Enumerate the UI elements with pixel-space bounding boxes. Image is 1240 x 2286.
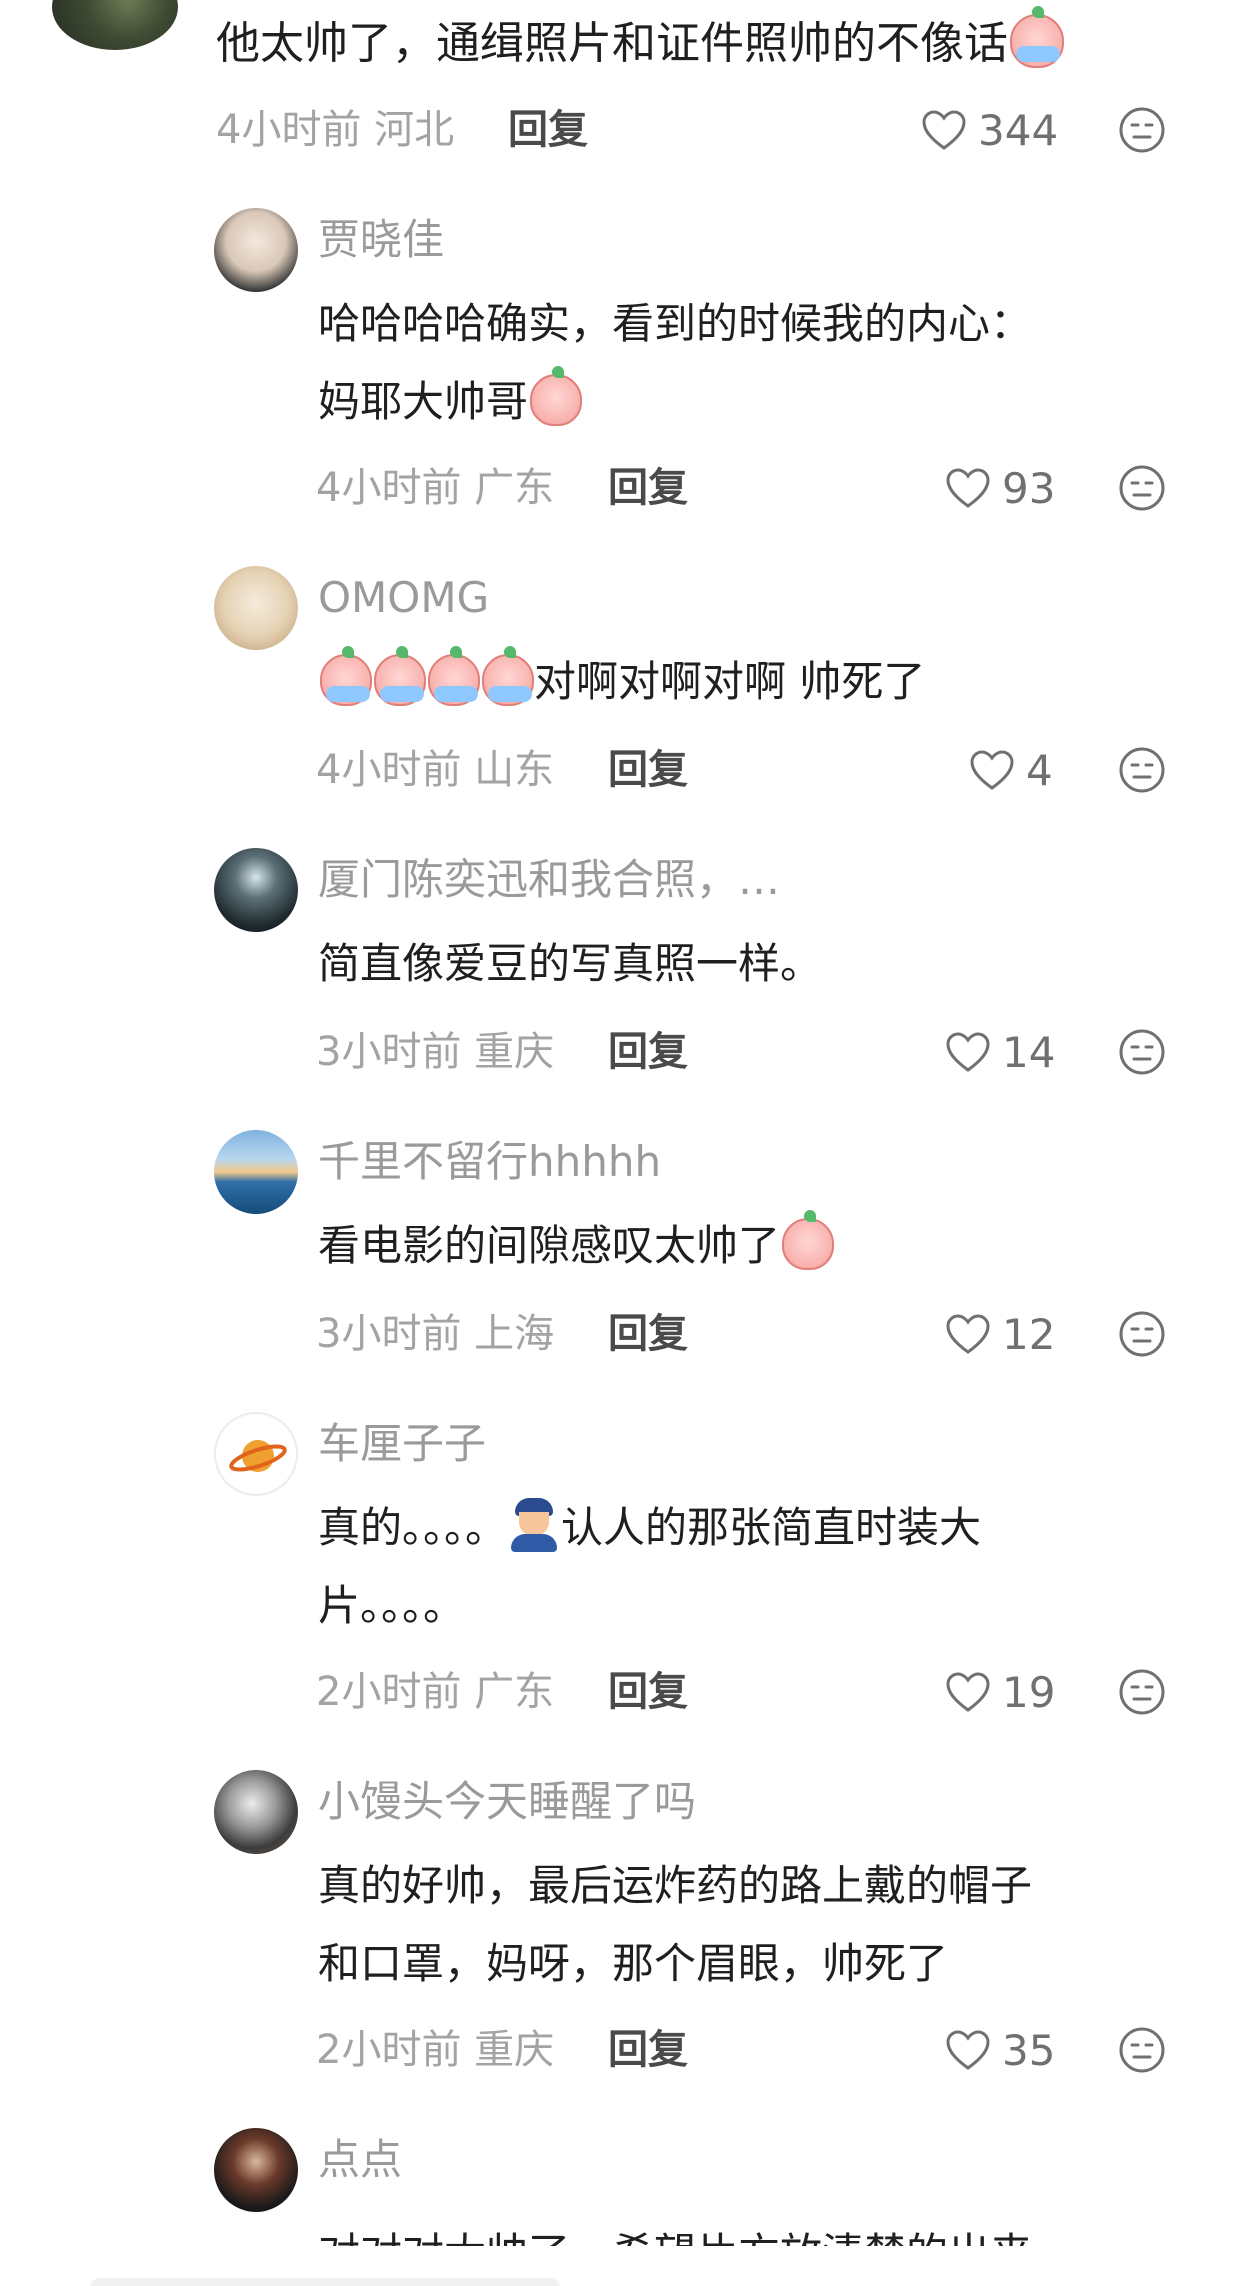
avatar[interactable]	[214, 208, 298, 292]
comment-text: 哈哈哈哈确实，看到的时候我的内心：	[318, 299, 1033, 348]
like-button[interactable]: 14	[944, 1026, 1055, 1078]
planet-icon	[229, 1440, 287, 1472]
heart-outline-icon	[946, 468, 990, 508]
comment-time-location: 4小时前 广东	[316, 465, 555, 511]
comment-time-location: 3小时前 重庆	[316, 1029, 555, 1075]
emoji-react-icon[interactable]	[1118, 1668, 1166, 1716]
crying-emoji-icon	[482, 646, 534, 706]
commenter-name[interactable]: 千里不留行hhhhh	[318, 1136, 661, 1188]
avatar[interactable]	[214, 1130, 298, 1214]
comment-text: 简直像爱豆的写真照一样。	[318, 939, 823, 988]
heart-outline-icon	[970, 750, 1014, 790]
reply-button[interactable]: 回复	[608, 1666, 688, 1718]
like-count: 14	[1002, 1027, 1056, 1077]
comment-time-location: 2小时前 重庆	[316, 2027, 555, 2073]
comment-time-location: 3小时前 上海	[316, 1311, 555, 1357]
comment-text: 和口罩，妈呀，那个眉眼，帅死了	[318, 1939, 949, 1988]
comment-list: 他太帅了，通缉照片和证件照帅的不像话 4小时前 河北 回复 344 贾晓佳 哈哈…	[0, 0, 1240, 2286]
like-count: 19	[1002, 1667, 1056, 1717]
emoji-react-icon[interactable]	[1118, 106, 1166, 154]
commenter-name[interactable]: 贾晓佳	[318, 214, 444, 266]
like-button[interactable]: 344	[920, 104, 1058, 156]
heart-outline-icon	[946, 1032, 990, 1072]
like-count: 344	[978, 105, 1059, 155]
comment-time-location: 2小时前 广东	[316, 1669, 555, 1715]
like-button[interactable]: 4	[968, 744, 1053, 796]
heart-outline-icon	[946, 1314, 990, 1354]
like-count: 35	[1002, 2025, 1056, 2075]
comment-text: 他太帅了，通缉照片和证件照帅的不像话	[216, 6, 1064, 72]
like-button[interactable]: 35	[944, 2024, 1055, 2076]
comment-time-location: 4小时前 河北	[216, 107, 455, 153]
comment-text: 对对对太帅了，希望片方放清楚的出来	[318, 2206, 1178, 2246]
like-button[interactable]: 19	[944, 1666, 1055, 1718]
reply-button[interactable]: 回复	[608, 1026, 688, 1078]
like-button[interactable]: 12	[944, 1308, 1055, 1360]
emoji-react-icon[interactable]	[1118, 464, 1166, 512]
emoji-react-icon[interactable]	[1118, 746, 1166, 794]
avatar[interactable]	[214, 848, 298, 932]
commenter-name[interactable]: 点点	[318, 2134, 402, 2186]
reply-button[interactable]: 回复	[608, 2024, 688, 2076]
reply-button[interactable]: 回复	[508, 104, 588, 156]
like-count: 4	[1026, 745, 1053, 795]
avatar[interactable]	[52, 0, 178, 50]
police-officer-emoji-icon	[509, 1498, 559, 1552]
comment-text: 真的好帅，最后运炸药的路上戴的帽子	[318, 1861, 1033, 1910]
heart-outline-icon	[946, 1672, 990, 1712]
commenter-name[interactable]: 小馒头今天睡醒了吗	[318, 1776, 696, 1828]
commenter-name[interactable]: 车厘子子	[318, 1418, 486, 1470]
comment-time-location: 4小时前 山东	[316, 747, 555, 793]
emoji-react-icon[interactable]	[1118, 2026, 1166, 2074]
avatar[interactable]	[214, 566, 298, 650]
comment-text: 看电影的间隙感叹太帅了	[318, 1208, 1178, 1284]
emoji-react-icon[interactable]	[1118, 1028, 1166, 1076]
crying-emoji-icon	[1010, 6, 1064, 68]
commenter-name[interactable]: OMOMG	[318, 572, 489, 624]
crying-emoji-icon	[374, 646, 426, 706]
input-bar-edge	[90, 2278, 560, 2286]
reply-button[interactable]: 回复	[608, 1308, 688, 1360]
pleading-emoji-icon	[530, 366, 583, 426]
like-button[interactable]: 93	[944, 462, 1055, 514]
like-count: 12	[1002, 1309, 1056, 1359]
heart-outline-icon	[922, 110, 966, 150]
avatar[interactable]	[214, 1770, 298, 1854]
thinking-emoji-icon	[782, 1210, 835, 1270]
comment-text: 真的。。。。 认人的那张简直时装大	[318, 1490, 1178, 1566]
reply-button[interactable]: 回复	[608, 744, 688, 796]
comment-text: 对啊对啊对啊 帅死了	[318, 644, 1178, 720]
heart-outline-icon	[946, 2030, 990, 2070]
commenter-name[interactable]: 厦门陈奕迅和我合照，…	[318, 854, 780, 906]
avatar[interactable]	[214, 2128, 298, 2212]
comment-text: 片。。。。	[318, 1581, 466, 1630]
emoji-react-icon[interactable]	[1118, 1310, 1166, 1358]
avatar[interactable]	[214, 1412, 298, 1496]
comment-text: 妈耶大帅哥	[318, 364, 1178, 440]
reply-button[interactable]: 回复	[608, 462, 688, 514]
crying-emoji-icon	[320, 646, 372, 706]
like-count: 93	[1002, 463, 1056, 513]
crying-emoji-icon	[428, 646, 480, 706]
